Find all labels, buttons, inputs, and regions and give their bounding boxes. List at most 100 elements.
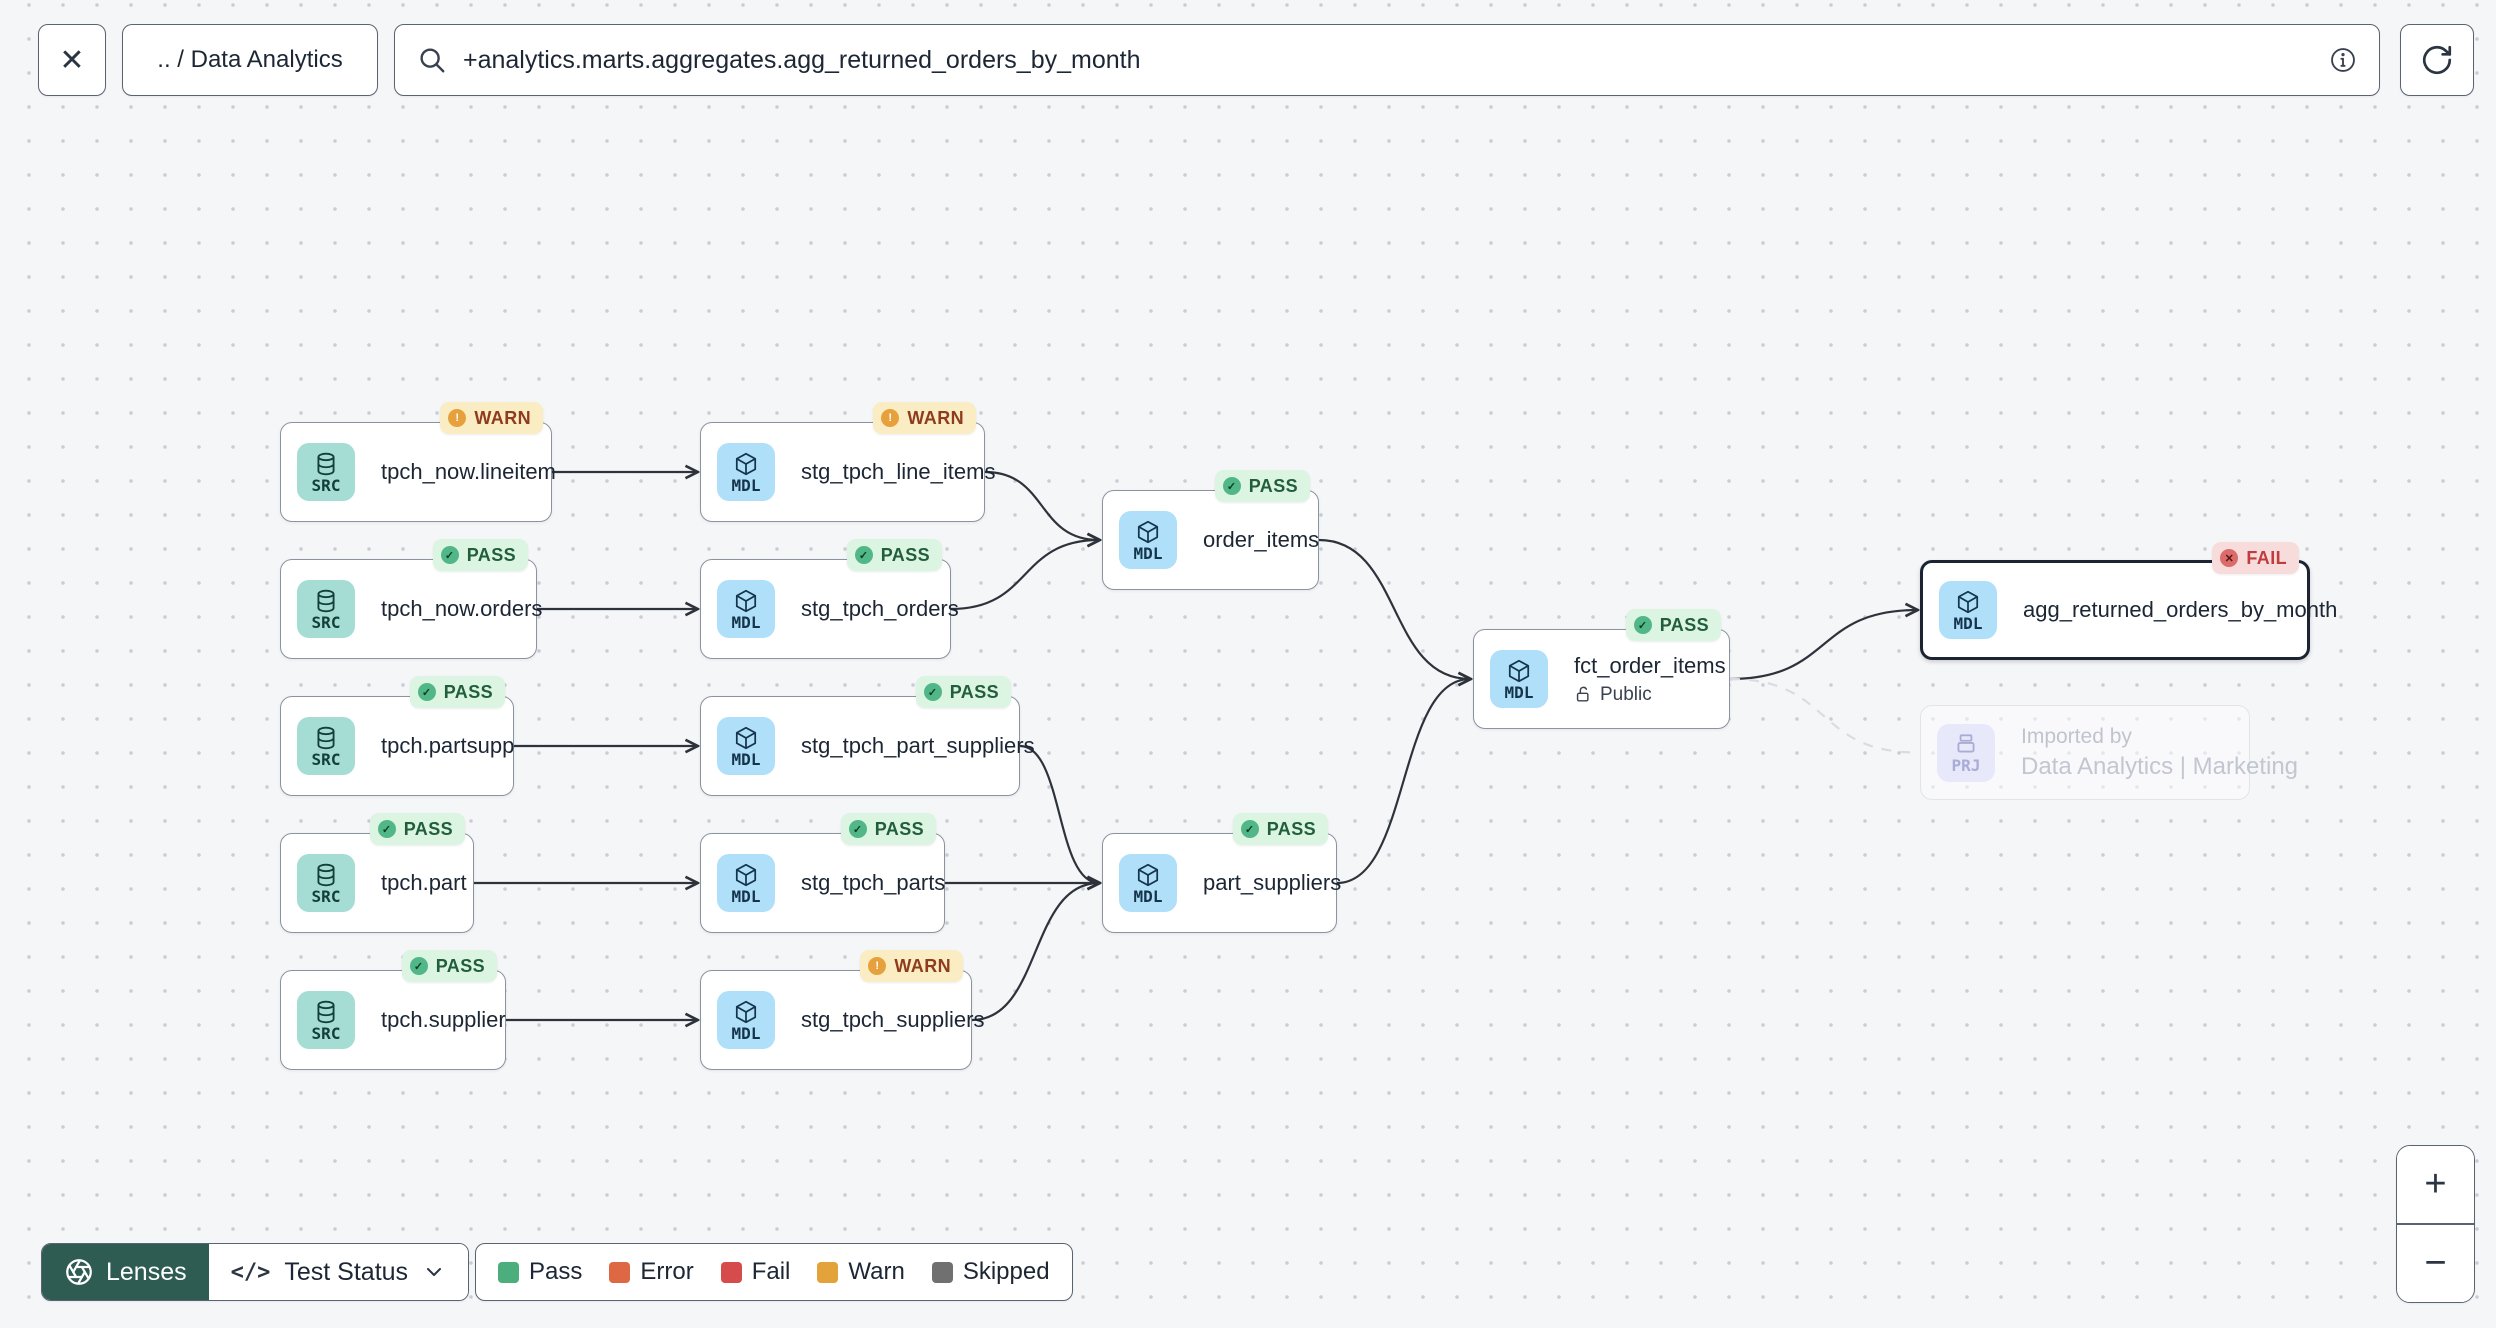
lineage-edges-layer xyxy=(474,0,2496,1328)
status-dot-icon: ✓ xyxy=(1240,820,1259,838)
node-stg_tpch_orders[interactable]: ✓ PASS MDL stg_tpch_orders xyxy=(700,539,959,659)
source-icon: SRC xyxy=(297,854,355,912)
model-icon: MDL xyxy=(717,991,775,1049)
info-icon[interactable] xyxy=(2329,46,2357,74)
legend-swatch-icon xyxy=(931,1261,953,1283)
node-tpch_now_lineitem[interactable]: ! WARN SRC tpch_now.lineitem xyxy=(280,402,556,522)
status-dot-icon: ! xyxy=(868,957,887,975)
node-order_items[interactable]: ✓ PASS MDL order_items xyxy=(1102,470,1319,590)
node-text: tpch.supplier xyxy=(381,1007,506,1033)
node-text: fct_order_items Public xyxy=(1574,653,1726,706)
edge-stg_tpch_suppliers-to-part_suppliers xyxy=(971,883,1099,1022)
close-icon: ✕ xyxy=(59,43,85,77)
model-icon: MDL xyxy=(717,854,775,912)
status-badge-warn: ! WARN xyxy=(873,402,976,434)
node-label: stg_tpch_suppliers xyxy=(801,1007,985,1032)
node-label: part_suppliers xyxy=(1203,870,1342,895)
node-label: stg_tpch_orders xyxy=(801,596,959,621)
status-badge-pass: ✓ PASS xyxy=(840,813,936,845)
zoom-in-button[interactable]: + xyxy=(2397,1146,2474,1225)
node-label: tpch.partsupp xyxy=(381,733,515,758)
source-icon: SRC xyxy=(297,443,355,501)
status-badge-pass: ✓ PASS xyxy=(1625,609,1721,641)
source-icon: SRC xyxy=(297,717,355,775)
node-tpch_supplier[interactable]: ✓ PASS SRC tpch.supplier xyxy=(280,950,506,1070)
legend-swatch-icon xyxy=(609,1261,631,1283)
legend-label: Warn xyxy=(848,1258,905,1285)
project-icon: PRJ xyxy=(1937,723,1995,782)
source-icon: SRC xyxy=(297,991,355,1049)
status-dot-icon: ! xyxy=(448,409,467,427)
node-agg_returned_orders_by_month[interactable]: ✕ FAIL MDL agg_returned_orders_by_month xyxy=(1920,542,2337,660)
close-button[interactable]: ✕ xyxy=(38,24,106,96)
legend-item-pass: Pass xyxy=(498,1258,582,1286)
node-text: stg_tpch_parts xyxy=(801,870,945,896)
legend-swatch-icon xyxy=(720,1261,742,1283)
node-label: fct_order_items xyxy=(1574,652,1726,678)
node-label: order_items xyxy=(1203,527,1320,552)
source-icon: SRC xyxy=(297,580,355,638)
edge-order_items-to-fct_order_items xyxy=(1318,538,1470,679)
zoom-out-button[interactable]: − xyxy=(2397,1225,2474,1302)
node-stg_tpch_line_items[interactable]: ! WARN MDL stg_tpch_line_items xyxy=(700,402,995,522)
status-badge-pass: ✓ PASS xyxy=(401,950,497,982)
edge-stg_tpch_line_items-to-order_items xyxy=(984,470,1099,540)
edge-stg_tpch_orders-to-order_items xyxy=(950,540,1099,611)
legend-swatch-icon xyxy=(498,1261,519,1283)
status-dot-icon: ✓ xyxy=(409,957,428,975)
model-icon: MDL xyxy=(1490,650,1548,708)
imported-by-label: Imported by xyxy=(2021,724,2132,748)
edge-fct_order_items-to-agg_returned_orders_by_month xyxy=(1729,610,1917,681)
node-text: tpch_now.orders xyxy=(381,596,542,622)
node-text: Imported by Data Analytics | Marketing xyxy=(2021,725,2298,781)
status-dot-icon: ✓ xyxy=(440,546,459,564)
lens-dropdown[interactable]: </> Test Status xyxy=(208,1244,469,1300)
code-icon: </> xyxy=(230,1259,271,1285)
node-fct_order_items[interactable]: ✓ PASS MDL fct_order_items Public xyxy=(1473,609,1730,729)
node-tpch_now_orders[interactable]: ✓ PASS SRC tpch_now.orders xyxy=(280,539,542,659)
status-dot-icon: ✓ xyxy=(377,820,396,838)
status-dot-icon: ✓ xyxy=(1633,616,1652,634)
refresh-button[interactable] xyxy=(2400,24,2474,96)
node-stg_tpch_part_suppliers[interactable]: ✓ PASS MDL stg_tpch_part_suppliers xyxy=(700,676,1035,796)
status-dot-icon: ✓ xyxy=(848,820,867,838)
node-text: order_items xyxy=(1203,527,1319,553)
search-bar[interactable] xyxy=(394,24,2380,96)
model-icon: MDL xyxy=(1119,511,1177,569)
zoom-controls: + − xyxy=(2396,1145,2475,1303)
node-part_suppliers[interactable]: ✓ PASS MDL part_suppliers xyxy=(1102,813,1341,933)
lenses-label: Lenses xyxy=(106,1257,187,1286)
status-badge-pass: ✓ PASS xyxy=(369,813,465,845)
status-dot-icon: ! xyxy=(881,409,900,427)
legend-label: Pass xyxy=(529,1258,583,1285)
node-stg_tpch_suppliers[interactable]: ! WARN MDL stg_tpch_suppliers xyxy=(700,950,984,1070)
search-input[interactable] xyxy=(463,45,2313,75)
lenses-button[interactable]: Lenses xyxy=(42,1244,209,1300)
legend-label: Error xyxy=(640,1258,694,1285)
node-text: stg_tpch_orders xyxy=(801,596,959,622)
node-label: tpch.part xyxy=(381,870,467,895)
node-text: tpch.part xyxy=(381,870,467,896)
status-badge-pass: ✓ PASS xyxy=(1214,470,1310,502)
node-tpch_part[interactable]: ✓ PASS SRC tpch.part xyxy=(280,813,474,933)
breadcrumb[interactable]: .. / Data Analytics xyxy=(122,24,378,96)
node-text: stg_tpch_part_suppliers xyxy=(801,733,1035,759)
status-badge-pass: ✓ PASS xyxy=(846,539,942,571)
legend-swatch-icon xyxy=(817,1261,839,1283)
node-stg_tpch_parts[interactable]: ✓ PASS MDL stg_tpch_parts xyxy=(700,813,945,933)
node-label: stg_tpch_parts xyxy=(801,870,946,895)
lens-selected-label: Test Status xyxy=(284,1257,409,1286)
search-icon xyxy=(417,45,447,75)
node-text: tpch_now.lineitem xyxy=(381,459,556,485)
legend-item-error: Error xyxy=(609,1258,694,1286)
node-imported_by_project[interactable]: PRJ Imported by Data Analytics | Marketin… xyxy=(1920,705,2298,800)
status-badge-fail: ✕ FAIL xyxy=(2212,542,2299,574)
node-tpch_partsupp[interactable]: ✓ PASS SRC tpch.partsupp xyxy=(280,676,515,796)
model-icon: MDL xyxy=(1119,854,1177,912)
chevron-down-icon xyxy=(422,1260,446,1284)
status-badge-warn: ! WARN xyxy=(860,950,963,982)
model-icon: MDL xyxy=(717,717,775,775)
legend-label: Skipped xyxy=(962,1258,1050,1285)
node-label: tpch_now.orders xyxy=(381,596,543,621)
status-dot-icon: ✕ xyxy=(2220,549,2239,567)
